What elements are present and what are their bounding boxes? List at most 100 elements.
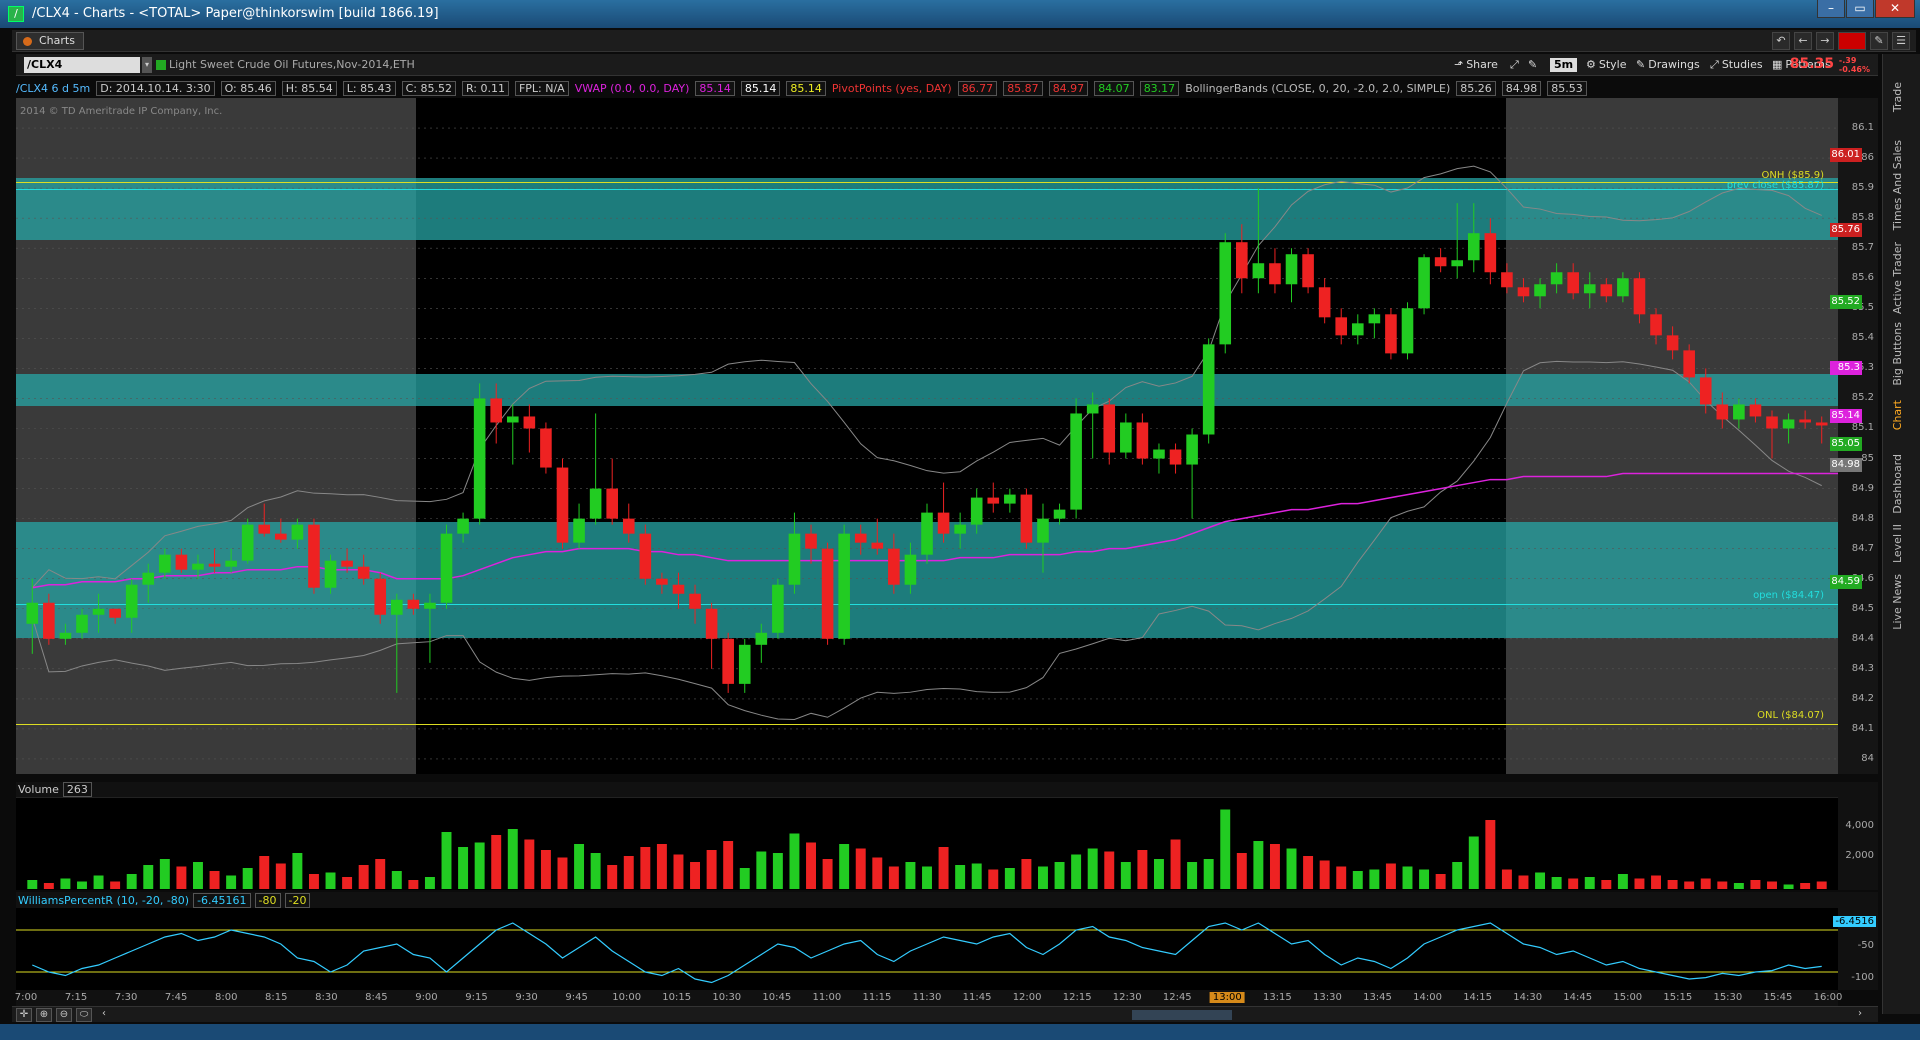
candle-body	[1683, 350, 1695, 378]
bar-open: O: 85.46	[220, 80, 276, 96]
volume-bar	[491, 835, 502, 889]
volume-bar	[391, 871, 402, 889]
time-axis-tick: 10:00	[612, 992, 642, 1003]
volume-bar	[77, 881, 87, 889]
pivot-study-label[interactable]: PivotPoints (yes, DAY)	[832, 82, 952, 95]
price-chart[interactable]: ONH ($85.9) prev close ($85.87) open ($8…	[16, 98, 1838, 774]
volume-pane[interactable]	[16, 782, 1838, 890]
volume-bar	[540, 850, 551, 889]
drawing-tool-icon[interactable]: ⤢	[1510, 56, 1519, 74]
side-tab-dashboard[interactable]: Dashboard	[1891, 454, 1904, 514]
studies-button[interactable]: ⤢ Studies	[1710, 56, 1763, 74]
side-tab-chart[interactable]: Chart	[1891, 400, 1904, 430]
scroll-left-icon[interactable]: ‹	[96, 1008, 112, 1022]
candle-body	[1600, 284, 1613, 297]
candle-body	[722, 638, 734, 684]
volume-bar	[1700, 878, 1711, 889]
minimize-button[interactable]: –	[1817, 0, 1845, 18]
candle-body	[589, 488, 602, 519]
volume-bar	[1187, 862, 1198, 889]
volume-bar	[789, 833, 800, 889]
side-tab-trade[interactable]: Trade	[1891, 82, 1904, 112]
aggregation-label[interactable]: /CLX4 6 d 5m	[16, 82, 90, 95]
share-button[interactable]: ⬏ Share	[1454, 56, 1498, 74]
back-icon[interactable]: ←	[1794, 32, 1812, 50]
side-tab-level-ii[interactable]: Level II	[1891, 524, 1904, 563]
candle-body	[92, 608, 105, 615]
price-tag: 85.05	[1830, 436, 1862, 451]
price-axis-tick: 85.7	[1851, 242, 1874, 254]
volume-bar	[590, 853, 601, 889]
time-axis-tick: 11:30	[912, 992, 942, 1003]
tab-charts[interactable]: Charts	[16, 32, 84, 50]
volume-tick-2000: 2,000	[1845, 850, 1874, 861]
volume-bar	[822, 859, 833, 889]
side-tab-live-news[interactable]: Live News	[1891, 574, 1904, 630]
candle-body	[556, 467, 569, 543]
candle-body	[109, 608, 121, 618]
forward-icon[interactable]: →	[1816, 32, 1834, 50]
candle-body	[43, 602, 55, 639]
time-scrollbar-thumb[interactable]	[1132, 1010, 1232, 1020]
candlestick-plot	[16, 127, 1838, 760]
style-button[interactable]: ⚙ Style	[1586, 56, 1627, 74]
candle-body	[689, 593, 701, 609]
volume-bar	[607, 865, 618, 889]
pin-icon[interactable]: ✎	[1870, 32, 1888, 50]
volume-bar	[1303, 856, 1314, 889]
side-tab-big-buttons[interactable]: Big Buttons	[1891, 322, 1904, 386]
time-axis-tick: 8:00	[214, 992, 238, 1003]
maximize-button[interactable]: ▭	[1846, 0, 1874, 18]
candle-body	[59, 632, 72, 639]
color-swatch-icon[interactable]	[1838, 32, 1866, 50]
drawings-button[interactable]: ✎ Drawings	[1636, 56, 1700, 74]
pan-icon[interactable]: ✛	[16, 1008, 32, 1022]
studies-icon: ⤢	[1710, 58, 1719, 71]
candle-body	[1086, 404, 1099, 414]
candle-body	[705, 608, 718, 639]
candle-body	[390, 599, 403, 615]
time-axis-tick: 14:45	[1563, 992, 1593, 1003]
candle-body	[1550, 272, 1563, 285]
time-axis-tick: 13:00	[1209, 992, 1245, 1003]
volume-bar	[1021, 859, 1032, 889]
candle-body	[357, 566, 370, 579]
volume-bar	[1071, 854, 1082, 889]
undo-icon[interactable]: ↶	[1772, 32, 1790, 50]
bollinger-study-label[interactable]: BollingerBands (CLOSE, 0, 20, -2.0, 2.0,…	[1185, 82, 1450, 95]
zoom-out-icon[interactable]: ⊖	[56, 1008, 72, 1022]
menu-icon[interactable]: ☰	[1892, 32, 1910, 50]
candle-body	[639, 533, 652, 579]
time-axis-tick: 12:30	[1112, 992, 1142, 1003]
period-button[interactable]: 5m	[1550, 56, 1578, 74]
volume-bar	[1452, 862, 1463, 889]
zoom-in-icon[interactable]: ⊕	[36, 1008, 52, 1022]
time-axis[interactable]: 7:00 7:15 7:30 7:45 8:00 8:15 8:30 8:45 9:00 9:15…	[14, 990, 1842, 1006]
price-axis[interactable]: 86.1 86 85.9 85.8 85.7 85.6 85.5 85.4 85.3 85.2 85…	[1830, 98, 1878, 774]
candle-body	[1252, 263, 1265, 279]
volume-label[interactable]: Volume	[18, 783, 59, 796]
scroll-right-icon[interactable]: ›	[1852, 1008, 1868, 1022]
candle-body	[208, 563, 221, 567]
candle-body	[1302, 254, 1314, 288]
time-axis-tick: 7:00	[14, 992, 38, 1003]
fit-icon[interactable]: ⬭	[76, 1008, 92, 1022]
candle-body	[1716, 404, 1729, 420]
volume-bar	[1286, 848, 1297, 889]
symbol-dropdown-icon[interactable]: ▾	[142, 57, 152, 73]
volume-bar	[690, 862, 701, 889]
volume-bar	[557, 857, 568, 889]
volume-bar	[308, 874, 319, 889]
side-tab-active-trader[interactable]: Active Trader	[1891, 242, 1904, 314]
close-button[interactable]: ✕	[1875, 0, 1915, 18]
williams-label[interactable]: WilliamsPercentR (10, -20, -80)	[18, 894, 189, 907]
side-tab-times-and-sales[interactable]: Times And Sales	[1891, 140, 1904, 230]
bar-close: C: 85.52	[401, 80, 456, 96]
candle-body	[1699, 377, 1712, 405]
pivot-value-3: 84.97	[1048, 80, 1089, 96]
symbol-input[interactable]: /CLX4	[24, 57, 140, 73]
vwap-study-label[interactable]: VWAP (0.0, 0.0, DAY)	[575, 82, 690, 95]
candle-body	[821, 548, 834, 639]
price-axis-tick: 84.2	[1851, 692, 1874, 704]
style-tool-icon[interactable]: ✎	[1528, 56, 1537, 74]
